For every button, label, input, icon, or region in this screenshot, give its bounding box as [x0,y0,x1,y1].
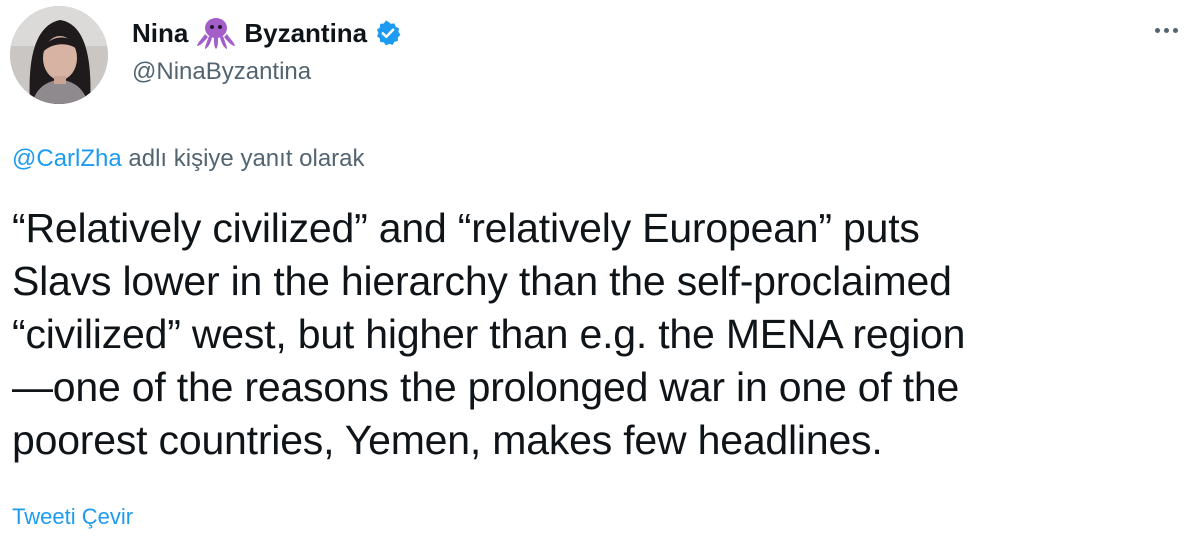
verified-badge-icon [375,20,401,46]
tweet-text-line: “civilized” west, but higher than e.g. t… [12,311,966,357]
author-handle[interactable]: @NinaByzantina [132,58,1032,86]
avatar-image [10,6,108,104]
tweet-text-line: Slavs lower in the hierarchy than the se… [12,258,952,304]
tweet-text: “Relatively civilized” and “relatively E… [12,202,1182,467]
reply-context: @CarlZha adlı kişiye yanıt olarak [12,145,365,173]
author-name-row[interactable]: Nina Byzantina [132,14,1032,52]
avatar[interactable] [10,6,108,104]
author-name-last[interactable]: Byzantina [244,18,367,49]
reply-suffix: adlı kişiye yanıt olarak [121,145,365,172]
octopus-icon [196,16,236,50]
author-name-first[interactable]: Nina [132,18,188,49]
more-icon[interactable] [1146,20,1186,40]
tweet-header: Nina Byzantina @NinaByzantina [132,14,1032,86]
tweet-text-line: poorest countries, Yemen, makes few head… [12,417,883,463]
more-dot [1163,27,1169,33]
reply-mention-link[interactable]: @CarlZha [12,145,122,172]
tweet-text-line: “Relatively civilized” and “relatively E… [12,205,920,251]
tweet-card: Nina Byzantina @NinaByzantina @CarlZha a… [0,0,1200,555]
more-dot [1172,27,1178,33]
more-dot [1154,27,1160,33]
tweet-text-line: —one of the reasons the prolonged war in… [12,364,960,410]
translate-tweet-link[interactable]: Tweeti Çevir [12,504,133,530]
